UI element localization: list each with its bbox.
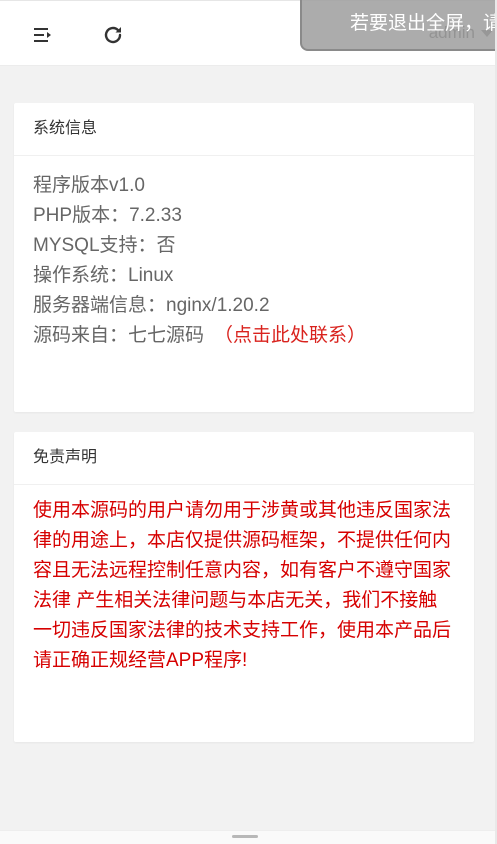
disclaimer-card: 免责声明 使用本源码的用户请勿用于涉黄或其他违反国家法律的用途上，本店仅提供源码… <box>14 432 474 742</box>
disclaimer-title: 免责声明 <box>14 432 474 485</box>
disclaimer-body: 使用本源码的用户请勿用于涉黄或其他违反国家法律的用途上，本店仅提供源码框架，不提… <box>14 485 474 676</box>
indent-menu-icon[interactable] <box>31 23 55 47</box>
info-source: 源码来自：七七源码 （点击此处联系） <box>33 321 455 351</box>
system-info-body: 程序版本v1.0 PHP版本：7.2.33 MYSQL支持：否 操作系统：Lin… <box>14 156 474 351</box>
fullscreen-exit-toast: 若要退出全屏，请 <box>300 0 497 51</box>
bottom-bar <box>0 830 497 844</box>
info-program-version: 程序版本v1.0 <box>33 175 145 196</box>
info-server: 服务器端信息：nginx/1.20.2 <box>33 295 270 316</box>
info-mysql-support: MYSQL支持：否 <box>33 235 176 256</box>
info-source-label: 源码来自：七七源码 <box>33 325 205 346</box>
contact-link[interactable]: （点击此处联系） <box>214 325 366 346</box>
disclaimer-text: 使用本源码的用户请勿用于涉黄或其他违反国家法律的用途上，本店仅提供源码框架，不提… <box>33 500 452 671</box>
drag-handle[interactable] <box>232 835 258 838</box>
refresh-icon[interactable] <box>101 23 125 47</box>
info-os: 操作系统：Linux <box>33 265 174 286</box>
info-php-version: PHP版本：7.2.33 <box>33 205 182 226</box>
system-info-card: 系统信息 程序版本v1.0 PHP版本：7.2.33 MYSQL支持：否 操作系… <box>14 103 474 412</box>
system-info-title: 系统信息 <box>14 103 474 156</box>
